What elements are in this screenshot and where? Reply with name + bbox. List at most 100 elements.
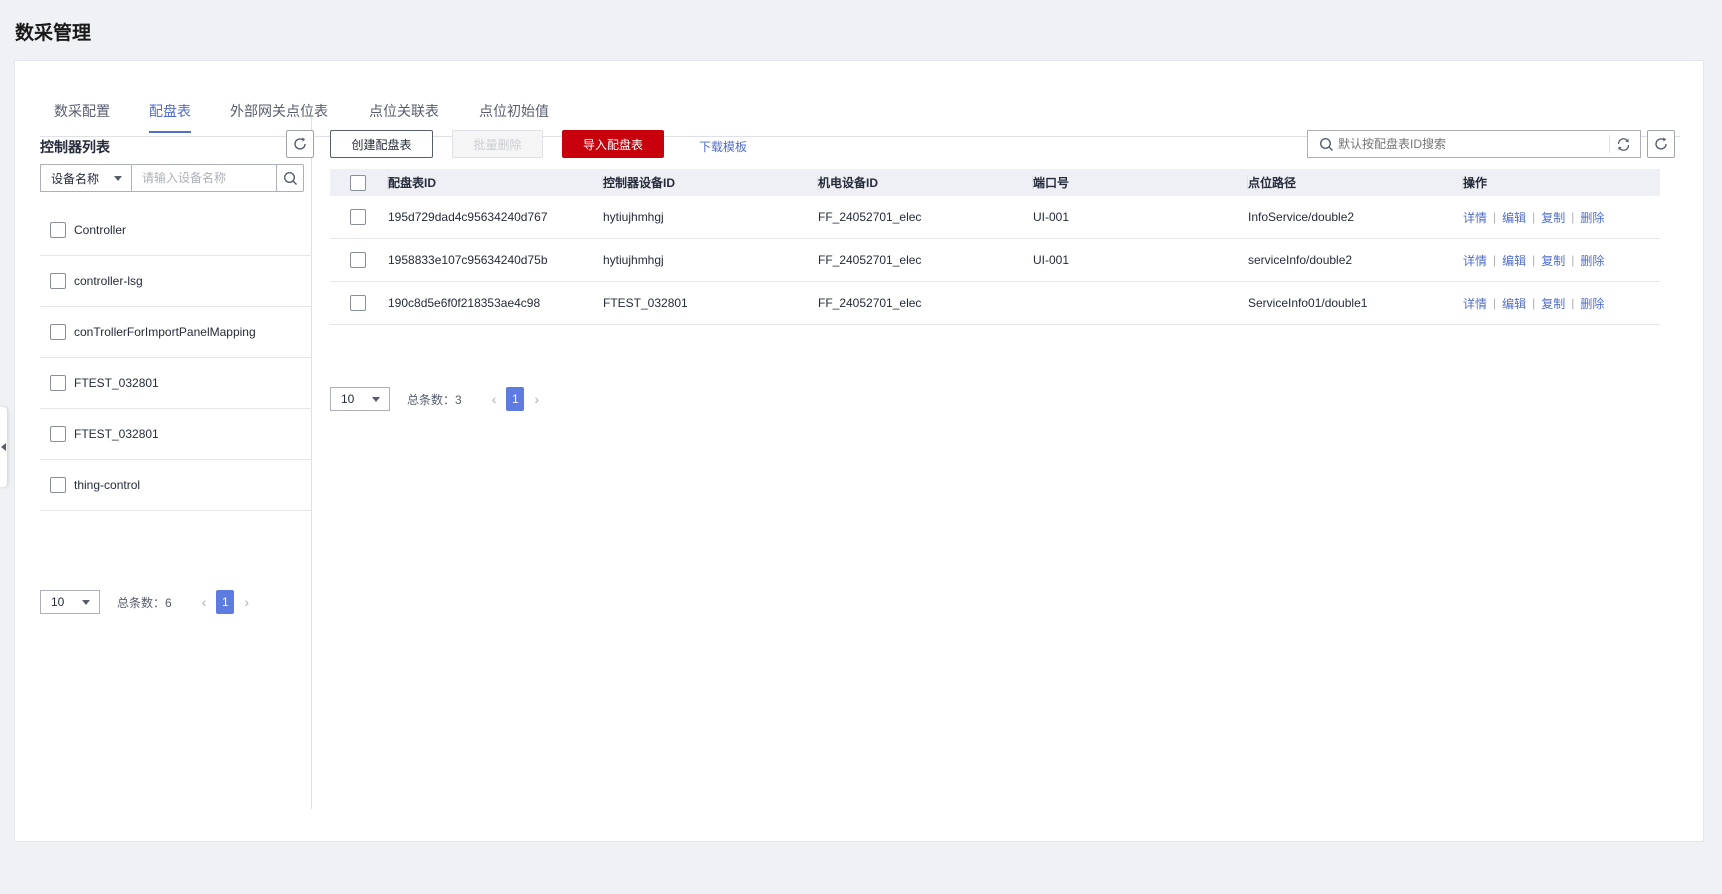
table-row: 195d729dad4c95634240d767 hytiujhmhgj FF_…	[330, 196, 1660, 239]
controller-item[interactable]: Controller	[40, 205, 312, 256]
divider	[1609, 135, 1610, 153]
device-name-search-input[interactable]	[131, 164, 277, 192]
refresh-controllers-button[interactable]	[286, 130, 314, 158]
column-header: 机电设备ID	[818, 169, 1033, 196]
controller-list-title: 控制器列表	[40, 139, 110, 155]
device-id: FF_24052701_elec	[818, 253, 922, 267]
column-header: 端口号	[1033, 169, 1248, 196]
controller-name: FTEST_032801	[74, 376, 159, 390]
controller-name: thing-control	[74, 478, 141, 492]
panel-table-id: 195d729dad4c95634240d767	[388, 210, 548, 224]
refresh-icon	[1655, 137, 1667, 150]
header-select-cell	[330, 169, 388, 196]
search-icon	[283, 171, 297, 185]
controller-pagination: 10 总条数：6 ‹ 1 ›	[40, 590, 249, 614]
row-checkbox[interactable]	[350, 209, 366, 225]
row-actions: 详情 | 编辑 | 复制 | 删除	[1463, 196, 1660, 238]
edit-link[interactable]: 编辑	[1502, 295, 1526, 312]
search-icon	[1319, 137, 1333, 151]
point-path: ServiceInfo01/double1	[1248, 296, 1368, 310]
copy-link[interactable]: 复制	[1541, 252, 1565, 269]
total-count: 总条数：3	[407, 392, 462, 407]
chevron-left-icon[interactable]: ‹	[492, 391, 497, 407]
controller-checkbox[interactable]	[50, 222, 66, 238]
panel-table-id: 1958833e107c95634240d75b	[388, 253, 548, 267]
controller-checkbox[interactable]	[50, 375, 66, 391]
controller-item[interactable]: FTEST_032801	[40, 358, 312, 409]
page-title: 数采管理	[15, 23, 92, 44]
controller-name: controller-lsg	[74, 274, 143, 288]
port: UI-001	[1033, 253, 1070, 267]
sync-icon[interactable]	[1616, 137, 1631, 152]
refresh-table-button[interactable]	[1647, 130, 1675, 158]
column-header: 控制器设备ID	[603, 169, 818, 196]
detail-link[interactable]: 详情	[1463, 295, 1487, 312]
copy-link[interactable]: 复制	[1541, 295, 1565, 312]
separator: |	[1532, 296, 1536, 310]
separator: |	[1532, 210, 1536, 224]
chevron-right-icon[interactable]: ›	[244, 594, 249, 610]
chevron-right-icon[interactable]: ›	[534, 391, 539, 407]
sidebar-collapse-handle[interactable]	[0, 407, 7, 487]
detail-link[interactable]: 详情	[1463, 209, 1487, 226]
panel-table: 配盘表ID 控制器设备ID 机电设备ID 端口号 点位路径 操作 195d729…	[330, 169, 1660, 325]
delete-link[interactable]: 删除	[1580, 252, 1604, 269]
page-size-select[interactable]: 10	[40, 590, 100, 614]
edit-link[interactable]: 编辑	[1502, 209, 1526, 226]
column-header: 配盘表ID	[388, 169, 603, 196]
create-panel-table-button[interactable]: 创建配盘表	[330, 130, 433, 158]
controller-device-id: hytiujhmhgj	[603, 210, 664, 224]
controller-item[interactable]: thing-control	[40, 460, 312, 511]
controller-checkbox[interactable]	[50, 477, 66, 493]
controller-list: Controller controller-lsg conTrollerForI…	[40, 205, 312, 511]
batch-delete-button[interactable]: 批量删除	[452, 130, 543, 158]
import-panel-table-button[interactable]: 导入配盘表	[562, 130, 664, 158]
panel-table-search	[1307, 130, 1641, 158]
delete-link[interactable]: 删除	[1580, 209, 1604, 226]
port	[1033, 282, 1248, 324]
refresh-icon	[294, 137, 306, 150]
separator: |	[1493, 253, 1497, 267]
controller-checkbox[interactable]	[50, 426, 66, 442]
page-number-button[interactable]: 1	[216, 590, 235, 614]
filter-field-select[interactable]: 设备名称	[40, 164, 132, 192]
row-actions: 详情 | 编辑 | 复制 | 删除	[1463, 282, 1660, 324]
row-select-cell	[330, 282, 388, 324]
controller-device-id: FTEST_032801	[603, 296, 688, 310]
row-checkbox[interactable]	[350, 252, 366, 268]
controller-item[interactable]: controller-lsg	[40, 256, 312, 307]
separator: |	[1493, 296, 1497, 310]
caret-down-icon	[372, 397, 380, 402]
table-row: 1958833e107c95634240d75b hytiujhmhgj FF_…	[330, 239, 1660, 282]
panel-table-search-input[interactable]	[1338, 131, 1600, 157]
separator: |	[1532, 253, 1536, 267]
controller-name: Controller	[74, 223, 127, 237]
page-size-select[interactable]: 10	[330, 387, 390, 411]
select-all-checkbox[interactable]	[350, 174, 366, 191]
page-size-value: 10	[51, 595, 65, 609]
download-template-link[interactable]: 下载模板	[699, 138, 747, 155]
edit-link[interactable]: 编辑	[1502, 252, 1526, 269]
device-search-button[interactable]	[276, 164, 304, 192]
row-actions: 详情 | 编辑 | 复制 | 删除	[1463, 239, 1660, 281]
detail-link[interactable]: 详情	[1463, 252, 1487, 269]
copy-link[interactable]: 复制	[1541, 209, 1565, 226]
controller-panel: 控制器列表 设备名称 Controller contr	[40, 117, 314, 809]
collapse-arrow-icon	[0, 443, 6, 451]
device-id: FF_24052701_elec	[818, 210, 922, 224]
page-number-button[interactable]: 1	[506, 387, 525, 411]
controller-device-id: hytiujhmhgj	[603, 253, 664, 267]
page-size-value: 10	[341, 392, 355, 406]
chevron-left-icon[interactable]: ‹	[202, 594, 207, 610]
controller-item[interactable]: conTrollerForImportPanelMapping	[40, 307, 312, 358]
controller-checkbox[interactable]	[50, 324, 66, 340]
table-row: 190c8d5e6f0f218353ae4c98 FTEST_032801 FF…	[330, 282, 1660, 325]
panel-table-area: 创建配盘表 批量删除 导入配盘表 下载模板 默认按配盘表ID搜索 配盘表ID 控…	[330, 117, 1675, 809]
controller-item[interactable]: FTEST_032801	[40, 409, 312, 460]
controller-checkbox[interactable]	[50, 273, 66, 289]
separator: |	[1493, 210, 1497, 224]
row-checkbox[interactable]	[350, 295, 366, 311]
delete-link[interactable]: 删除	[1580, 295, 1604, 312]
main-card: 数采配置 配盘表 外部网关点位表 点位关联表 点位初始值 控制器列表 设备名称	[14, 60, 1704, 842]
port: UI-001	[1033, 210, 1070, 224]
